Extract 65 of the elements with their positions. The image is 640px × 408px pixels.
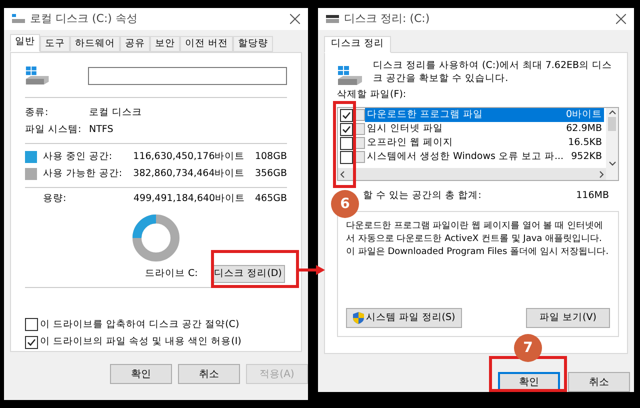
field-label: 사용 가능한 공간: (42, 167, 124, 182)
file-icon (355, 151, 365, 163)
dialog-button[interactable]: 취소 (178, 364, 240, 384)
close-icon[interactable] (616, 14, 626, 24)
file-list-item[interactable]: 시스템에서 생성한 Windows 오류 보고 파... 952KB (365, 150, 604, 164)
file-icon (355, 137, 365, 149)
tab[interactable]: 디스크 정리 (324, 36, 392, 53)
drive-icon (337, 65, 363, 87)
field-value: 382,860,734,464바이트 (133, 167, 246, 182)
size-value: 465GB (254, 192, 287, 206)
arrow (299, 265, 325, 275)
disk-cleanup-button[interactable]: 디스크 정리(D) (211, 265, 285, 284)
tab[interactable]: 이전 버전 (180, 36, 234, 52)
system-cleanup-button[interactable]: 시스템 파일 정리(S) (346, 308, 462, 328)
tab[interactable]: 일반 (10, 34, 40, 52)
checkbox-label: 이 드라이브를 압축하여 디스크 공간 절약(C) (40, 318, 240, 332)
field-label: 사용 중인 공간: (42, 150, 114, 164)
file-icon (355, 123, 365, 135)
field-label: 파일 시스템: (25, 123, 82, 138)
view-files-button[interactable]: 파일 보기(V) (526, 308, 610, 328)
drive-icon (12, 14, 26, 24)
file-list-item[interactable]: 다운로드한 프로그램 파일 0바이트 (365, 108, 604, 122)
checkbox[interactable] (25, 318, 38, 332)
vertical-scrollbar[interactable] (606, 108, 618, 180)
shield-icon (352, 312, 364, 324)
checkbox[interactable] (340, 108, 353, 122)
file-list-item[interactable]: 오프라인 웹 페이지 16.5KB (365, 136, 604, 150)
field-value: 116,630,450,176바이트 (133, 150, 246, 164)
tab[interactable]: 할당량 (233, 36, 274, 52)
size-value: 108GB (254, 150, 287, 164)
size-value: 356GB (254, 167, 287, 182)
field-value: 499,491,184,640바이트 (134, 192, 246, 206)
total-value: 116MB (576, 189, 609, 203)
tab[interactable]: 공유 (120, 36, 150, 52)
total-label: 할 수 있는 공간의 총 합계: (363, 189, 482, 203)
tab[interactable]: 보안 (150, 36, 180, 52)
file-list-item[interactable]: 임시 인터넷 파일 62.9MB (365, 122, 604, 136)
field-label: 종류: (25, 106, 50, 120)
dialog-button[interactable]: 확인 (110, 364, 172, 384)
window-title: 디스크 정리: (C:) (344, 10, 430, 27)
scrollbar-thumb[interactable] (608, 117, 616, 131)
files-label: 삭제할 파일(F): (337, 89, 408, 101)
close-icon[interactable] (290, 14, 300, 24)
drive-icon (326, 14, 340, 24)
drive-label: 드라이브 C: (145, 267, 198, 282)
checkbox[interactable] (340, 150, 353, 164)
file-icon (355, 109, 365, 121)
name-field[interactable] (88, 67, 287, 85)
horizontal-scrollbar[interactable] (338, 168, 606, 180)
checkbox[interactable] (340, 136, 353, 150)
window-title: 로컬 디스크 (C:) 속성 (30, 10, 138, 27)
drive-icon (25, 65, 50, 87)
usage-donut-chart (132, 214, 180, 262)
field-value: NTFS (89, 123, 114, 138)
checkbox-label: 이 드라이브의 파일 속성 및 내용 색인 허용(I) (40, 335, 242, 350)
file-list[interactable]: 다운로드한 프로그램 파일 0바이트 임시 인터넷 파일 62.9MB 오프라인 웹 페이지 16.5KB 시스템에서 생성한 Windows 오류 보고 파... 952KB (337, 107, 619, 181)
checkbox[interactable] (340, 122, 353, 136)
description-text: 다운로드한 프로그램 파일이란 웹 페이지를 열어 볼 때 인터넷에서 자동으로 다운로드한 ActiveX 컨트롤 및 Java 애플릿입니다. 이 파일은 Downloaded Program Files 폴더에 임시 저장됩니다. (346, 220, 610, 260)
dialog-button[interactable]: 취소 (568, 372, 630, 392)
checkbox[interactable] (25, 336, 38, 349)
intro-text: 디스크 정리를 사용하여 (C:)에서 최대 7.62EB의 디스크 공간을 확보할 수 있습니다. (373, 59, 614, 85)
field-label: 용량: (42, 192, 68, 206)
tab[interactable]: 도구 (40, 36, 70, 52)
field-value: 로컬 디스크 (89, 106, 142, 120)
tab[interactable]: 하드웨어 (70, 36, 120, 52)
